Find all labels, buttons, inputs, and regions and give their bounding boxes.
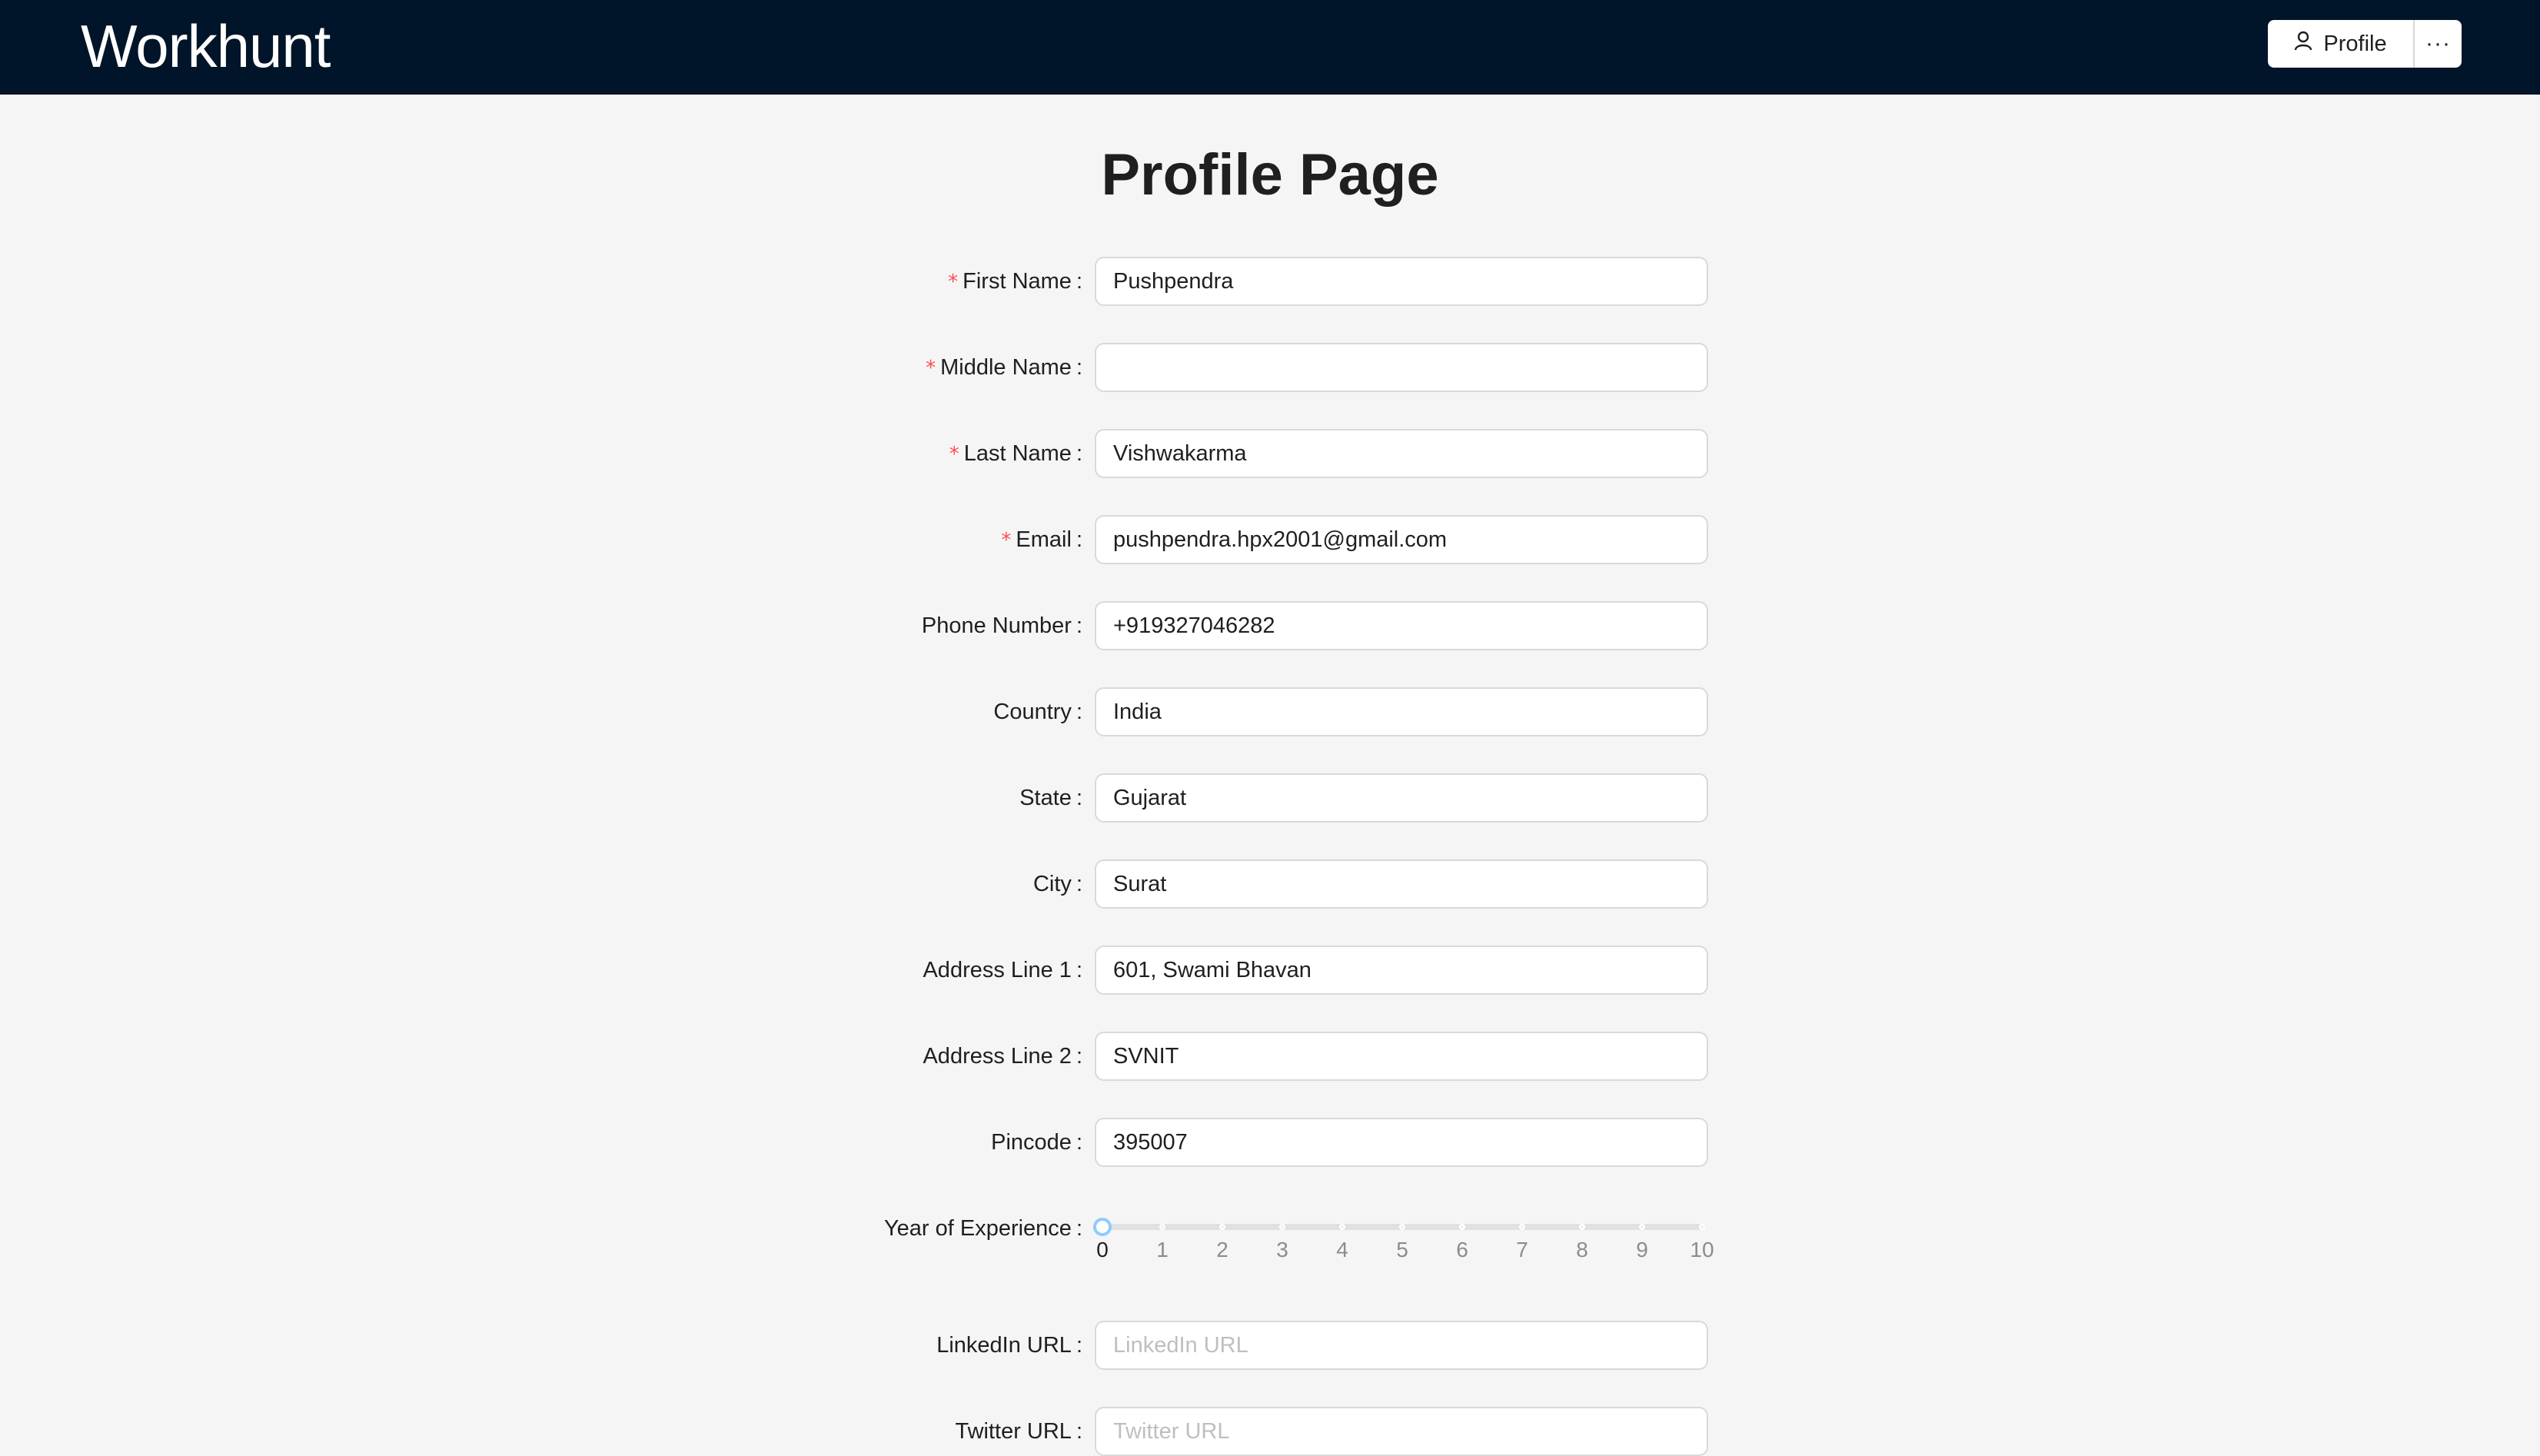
more-options-button[interactable]: ··· <box>2415 20 2462 68</box>
required-mark: * <box>1001 529 1012 552</box>
profile-menu-group: Profile ··· <box>2268 20 2462 68</box>
form-row-address-line-1: Address Line 1: <box>0 946 2540 995</box>
middle-name-input[interactable] <box>1095 343 1708 392</box>
form-row-state: State: <box>0 773 2540 823</box>
slider-mark-label[interactable]: 3 <box>1276 1238 1288 1262</box>
field-label: * First Name: <box>948 269 1082 294</box>
required-mark: * <box>949 443 959 466</box>
field-label: Year of Experience: <box>883 1216 1082 1241</box>
pincode-input[interactable] <box>1095 1118 1708 1167</box>
slider-mark-label[interactable]: 0 <box>1096 1238 1109 1262</box>
profile-button[interactable]: Profile <box>2268 20 2415 68</box>
slider-mark-label[interactable]: 4 <box>1336 1238 1348 1262</box>
email-input[interactable] <box>1095 515 1708 564</box>
slider-dot[interactable] <box>1699 1224 1705 1230</box>
form-row-phone: Phone Number: <box>0 601 2540 650</box>
slider-dot[interactable] <box>1279 1224 1285 1230</box>
field-label: State: <box>1019 786 1082 810</box>
form-row-experience: Year of Experience: 0 1 2 3 4 5 6 7 8 9 10 <box>0 1204 2540 1265</box>
country-input[interactable] <box>1095 687 1708 736</box>
linkedin-url-input[interactable] <box>1095 1321 1708 1370</box>
form-row-linkedin: LinkedIn URL: <box>0 1321 2540 1370</box>
profile-button-label: Profile <box>2323 31 2387 56</box>
slider-handle[interactable] <box>1093 1218 1112 1236</box>
form-row-last-name: * Last Name: <box>0 429 2540 478</box>
form-row-middle-name: * Middle Name: <box>0 343 2540 392</box>
field-label: Address Line 1: <box>923 958 1082 982</box>
slider-dot[interactable] <box>1579 1224 1585 1230</box>
phone-number-input[interactable] <box>1095 601 1708 650</box>
address-line-1-input[interactable] <box>1095 946 1708 995</box>
slider-mark-label[interactable]: 5 <box>1396 1238 1408 1262</box>
field-label: City: <box>1032 872 1082 896</box>
form-row-pincode: Pincode: <box>0 1118 2540 1167</box>
top-navbar: Workhunt Profile ··· <box>0 0 2540 95</box>
field-label: Pincode: <box>991 1130 1082 1155</box>
experience-slider[interactable]: 0 1 2 3 4 5 6 7 8 9 10 <box>1093 1204 1714 1265</box>
brand-logo[interactable]: Workhunt <box>81 9 331 83</box>
slider-mark-label[interactable]: 1 <box>1156 1238 1169 1262</box>
first-name-input[interactable] <box>1095 257 1708 306</box>
field-label: * Email: <box>1001 527 1082 552</box>
last-name-input[interactable] <box>1095 429 1708 478</box>
city-input[interactable] <box>1095 859 1708 909</box>
address-line-2-input[interactable] <box>1095 1032 1708 1081</box>
user-icon <box>2294 31 2312 57</box>
slider-mark-label[interactable]: 7 <box>1516 1238 1528 1262</box>
slider-mark-label[interactable]: 9 <box>1636 1238 1648 1262</box>
field-label: * Last Name: <box>949 441 1082 466</box>
field-label: Address Line 2: <box>923 1044 1082 1069</box>
slider-dot[interactable] <box>1219 1224 1225 1230</box>
slider-mark-label[interactable]: 8 <box>1576 1238 1588 1262</box>
field-label: Twitter URL: <box>955 1419 1082 1444</box>
slider-mark-label[interactable]: 2 <box>1216 1238 1228 1262</box>
form-row-country: Country: <box>0 687 2540 736</box>
required-mark: * <box>948 271 959 294</box>
page-title: Profile Page <box>1101 142 1439 208</box>
form-row-address-line-2: Address Line 2: <box>0 1032 2540 1081</box>
slider-dot[interactable] <box>1519 1224 1525 1230</box>
slider-mark-label[interactable]: 10 <box>1690 1238 1714 1262</box>
form-row-twitter: Twitter URL: <box>0 1407 2540 1456</box>
form-row-city: City: <box>0 859 2540 909</box>
twitter-url-input[interactable] <box>1095 1407 1708 1456</box>
slider-dot[interactable] <box>1339 1224 1345 1230</box>
field-label: Phone Number: <box>921 613 1082 638</box>
field-label: * Middle Name: <box>926 355 1082 380</box>
form-row-first-name: * First Name: <box>0 257 2540 306</box>
required-mark: * <box>926 357 936 380</box>
state-input[interactable] <box>1095 773 1708 823</box>
field-label: LinkedIn URL: <box>936 1333 1082 1358</box>
slider-dot[interactable] <box>1399 1224 1405 1230</box>
slider-dot[interactable] <box>1639 1224 1645 1230</box>
slider-mark-label[interactable]: 6 <box>1456 1238 1468 1262</box>
slider-dot[interactable] <box>1159 1224 1165 1230</box>
field-label: Country: <box>993 700 1082 724</box>
slider-dot[interactable] <box>1459 1224 1465 1230</box>
form-row-email: * Email: <box>0 515 2540 564</box>
